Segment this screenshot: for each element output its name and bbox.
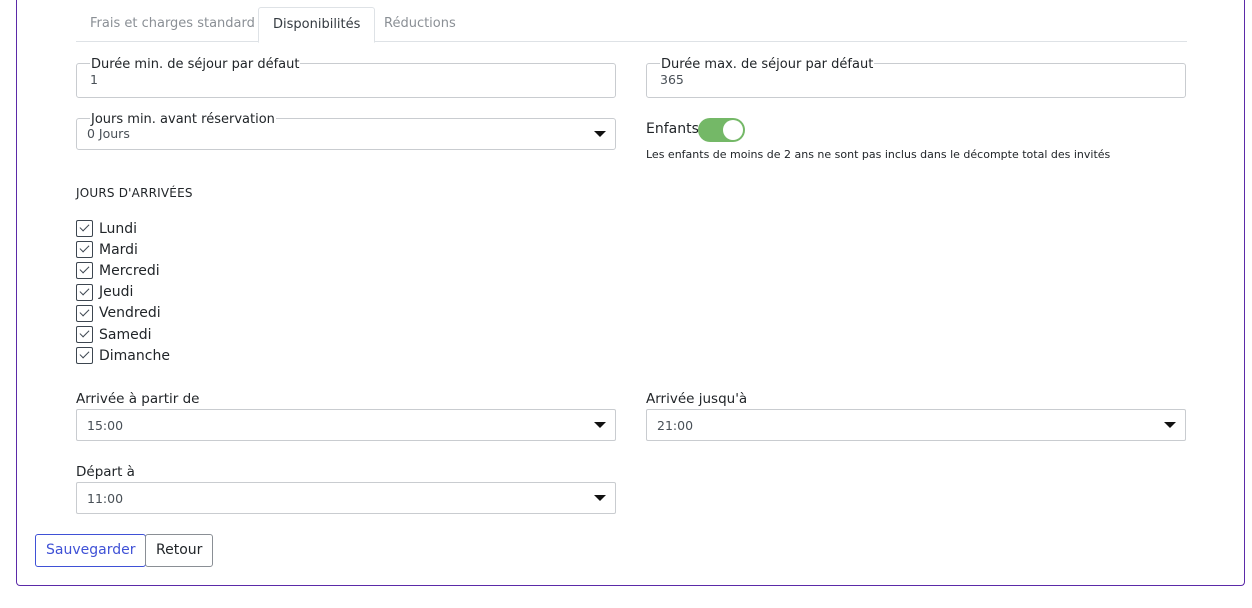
- day-label: Mardi: [99, 241, 138, 258]
- day-label: Samedi: [99, 326, 152, 343]
- day-monday[interactable]: Lundi: [76, 218, 170, 239]
- toggle-knob: [723, 120, 743, 140]
- departure-label: Départ à: [76, 464, 135, 480]
- min-stay-field[interactable]: Durée min. de séjour par défaut 1: [76, 58, 616, 98]
- day-label: Vendredi: [99, 305, 161, 322]
- departure-select[interactable]: 11:00: [76, 482, 616, 514]
- day-saturday[interactable]: Samedi: [76, 324, 170, 345]
- arrival-until-select[interactable]: 21:00: [646, 409, 1186, 441]
- departure-value: 11:00: [87, 491, 124, 506]
- chevron-down-icon: [594, 131, 606, 137]
- arrival-days-title: JOURS D'ARRIVÉES: [76, 186, 193, 200]
- checkbox-wednesday[interactable]: [76, 262, 93, 280]
- day-label: Lundi: [99, 220, 138, 237]
- checkbox-friday[interactable]: [76, 304, 93, 322]
- tab-discounts[interactable]: Réductions: [370, 7, 470, 42]
- checkbox-saturday[interactable]: [76, 326, 93, 344]
- max-stay-value: 365: [660, 72, 684, 87]
- min-days-before-label: Jours min. avant réservation: [90, 112, 276, 127]
- arrival-from-select[interactable]: 15:00: [76, 409, 616, 441]
- arrival-from-value: 15:00: [87, 418, 124, 433]
- checkbox-tuesday[interactable]: [76, 241, 93, 259]
- day-thursday[interactable]: Jeudi: [76, 282, 170, 303]
- day-tuesday[interactable]: Mardi: [76, 239, 170, 260]
- day-label: Jeudi: [99, 284, 134, 301]
- tab-bar: Frais et charges standard Disponibilités…: [76, 7, 1187, 43]
- min-days-before-value: 0 Jours: [87, 126, 130, 141]
- min-stay-label: Durée min. de séjour par défaut: [90, 57, 301, 72]
- max-stay-field[interactable]: Durée max. de séjour par défaut 365: [646, 58, 1186, 98]
- save-button[interactable]: Sauvegarder: [35, 534, 147, 567]
- children-label: Enfants: [646, 121, 699, 137]
- min-stay-value: 1: [90, 72, 98, 87]
- arrival-from-label: Arrivée à partir de: [76, 391, 200, 407]
- chevron-down-icon: [594, 495, 606, 501]
- back-button[interactable]: Retour: [145, 534, 214, 567]
- chevron-down-icon: [594, 422, 606, 428]
- checkbox-monday[interactable]: [76, 220, 93, 238]
- children-toggle[interactable]: [698, 118, 745, 142]
- chevron-down-icon: [1164, 422, 1176, 428]
- day-friday[interactable]: Vendredi: [76, 303, 170, 324]
- arrival-until-value: 21:00: [657, 418, 694, 433]
- day-sunday[interactable]: Dimanche: [76, 345, 170, 366]
- arrival-days-list: Lundi Mardi Mercredi Jeudi Vendredi Same…: [76, 218, 170, 366]
- max-stay-label: Durée max. de séjour par défaut: [660, 57, 875, 72]
- checkbox-sunday[interactable]: [76, 347, 93, 365]
- day-wednesday[interactable]: Mercredi: [76, 260, 170, 281]
- day-label: Dimanche: [99, 347, 170, 364]
- checkbox-thursday[interactable]: [76, 283, 93, 301]
- day-label: Mercredi: [99, 262, 160, 279]
- settings-panel: Frais et charges standard Disponibilités…: [16, 0, 1245, 586]
- tab-standard-fees[interactable]: Frais et charges standard: [76, 7, 269, 42]
- tab-availability[interactable]: Disponibilités: [258, 7, 376, 43]
- children-hint: Les enfants de moins de 2 ans ne sont pa…: [646, 148, 1111, 161]
- arrival-until-label: Arrivée jusqu'à: [646, 391, 748, 407]
- min-days-before-select[interactable]: Jours min. avant réservation 0 Jours: [76, 113, 616, 150]
